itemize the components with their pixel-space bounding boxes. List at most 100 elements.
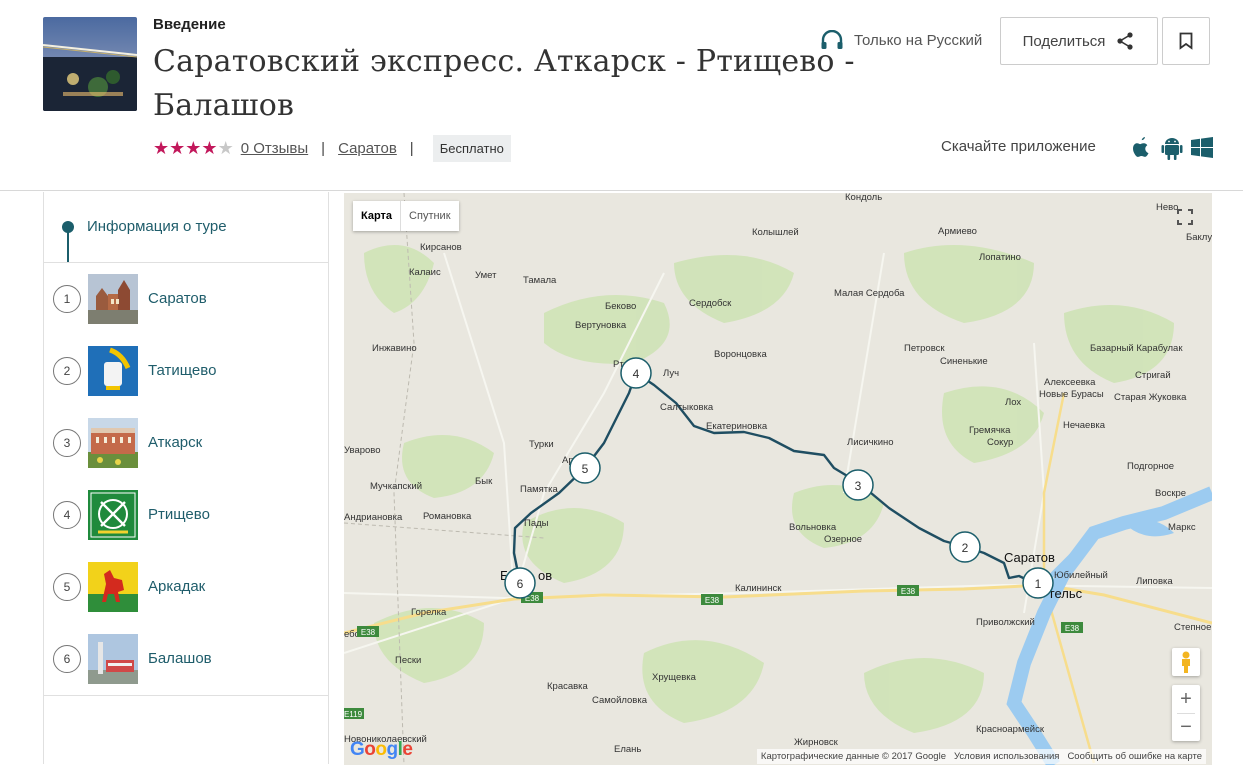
stop-item-1[interactable]: 1 Саратов [44, 263, 328, 336]
audio-language: Только на Русский [820, 30, 982, 50]
map-copyright: Картографические данные © 2017 Google [760, 751, 946, 762]
stop-item-5[interactable]: 5 Аркадак [44, 551, 328, 624]
stop-name: Аткарск [148, 434, 203, 451]
map-label: Стригай [1135, 370, 1171, 381]
road-shield: E38 [701, 594, 723, 605]
map-label: Кирсанов [420, 242, 462, 253]
bookmark-button[interactable] [1162, 17, 1210, 65]
map-label-city: гельс [1050, 586, 1083, 601]
tour-info-label: Информация о туре [87, 218, 227, 235]
zoom-in-button[interactable]: + [1172, 685, 1200, 713]
map-marker-5[interactable]: 5 [569, 452, 601, 484]
map-label: Колышлей [752, 227, 799, 238]
map-label: Пады [524, 518, 549, 529]
zoom-out-button[interactable]: − [1172, 713, 1200, 741]
stop-thumbnail [88, 418, 138, 468]
stop-item-6[interactable]: 6 Балашов [44, 623, 328, 696]
map-label: Красавка [547, 681, 589, 692]
map-label: Воронцовка [714, 349, 767, 360]
tour-header: Введение Саратовский экспресс. Аткарск -… [0, 0, 1243, 191]
stop-thumbnail [88, 562, 138, 612]
map-type-map-button[interactable]: Карта [353, 201, 402, 231]
map-label: Лопатино [979, 252, 1021, 263]
map-label: Армиево [938, 226, 977, 237]
timeline-dot [62, 221, 74, 233]
windows-icon[interactable] [1191, 137, 1213, 159]
map-label: Памятка [520, 484, 559, 495]
map-label: Липовка [1136, 576, 1173, 587]
reviews-link[interactable]: 0 Отзывы [241, 140, 308, 157]
svg-text:2: 2 [962, 541, 969, 555]
map-report-link[interactable]: Сообщить об ошибке на карте [1067, 751, 1202, 762]
stop-item-3[interactable]: 3 Аткарск [44, 407, 328, 480]
svg-text:E38: E38 [361, 628, 376, 637]
android-icon[interactable] [1161, 135, 1183, 161]
map-label: Юбилейный [1054, 570, 1108, 581]
tour-stops-sidebar: Информация о туре 1 Саратов 2 Татищево 3… [43, 192, 329, 764]
google-logo: Google [350, 739, 413, 760]
map-canvas[interactable]: Кондоль Армиево Нево Баклу Колышлей Кирс… [344, 193, 1212, 765]
city-link[interactable]: Саратов [338, 140, 397, 157]
stop-item-2[interactable]: 2 Татищево [44, 335, 328, 408]
map-marker-1[interactable]: 1 [1022, 567, 1054, 599]
map-label: Кондоль [845, 193, 882, 203]
map-label: Степное [1174, 622, 1211, 633]
map-label: Умет [475, 270, 497, 281]
map-label: Синенькие [940, 356, 988, 367]
map-marker-6[interactable]: 6 [504, 567, 536, 599]
map-label: Алексеевка [1044, 377, 1096, 388]
meta-separator: | [409, 139, 414, 157]
map-marker-4[interactable]: 4 [620, 357, 652, 389]
svg-text:3: 3 [855, 479, 862, 493]
map-label: Екатериновка [706, 421, 768, 432]
star-filled-icon: ★ [201, 138, 218, 158]
svg-text:5: 5 [582, 462, 589, 476]
map-label: Хрущевка [652, 672, 697, 683]
svg-text:E38: E38 [1065, 624, 1080, 633]
stop-name: Татищево [148, 362, 217, 379]
map-marker-2[interactable]: 2 [949, 531, 981, 563]
street-view-pegman[interactable] [1172, 648, 1200, 676]
map-label: Нечаевка [1063, 420, 1106, 431]
map-label: Елань [614, 744, 641, 755]
apple-icon[interactable] [1129, 135, 1153, 161]
map-footer: Картографические данные © 2017 Google Ус… [756, 749, 1206, 764]
road-shield: E38 [897, 585, 919, 596]
map-label: Лисичкино [847, 437, 894, 448]
map-label-city: Саратов [1004, 550, 1055, 565]
map-label: Горелка [411, 607, 447, 618]
map-label: Вертуновка [575, 320, 627, 331]
audio-language-label: Только на Русский [854, 31, 983, 49]
map-label: Воскре [1155, 488, 1186, 499]
app-download-text: Скачайте приложение [941, 138, 1096, 155]
price-badge: Бесплатно [432, 134, 511, 162]
star-filled-icon: ★ [169, 138, 186, 158]
map-label: Бык [475, 476, 493, 487]
pegman-icon [1182, 651, 1190, 673]
map-label: Пески [395, 655, 421, 666]
map-terms-link[interactable]: Условия использования [954, 751, 1059, 762]
tour-map[interactable]: Кондоль Армиево Нево Баклу Колышлей Кирс… [344, 193, 1212, 765]
map-label: Андриановка [344, 512, 403, 523]
map-label: Гремячка [969, 425, 1011, 436]
stop-number: 3 [53, 429, 81, 457]
map-type-satellite-button[interactable]: Спутник [401, 201, 458, 231]
map-label: Уварово [344, 445, 381, 456]
map-label: Новые Бурасы [1039, 389, 1104, 400]
fullscreen-button[interactable] [1170, 202, 1200, 232]
svg-text:E38: E38 [705, 596, 720, 605]
map-label: Калининск [735, 583, 782, 594]
tour-title: Саратовский экспресс. Аткарск - Ртищево … [153, 44, 855, 123]
stop-number: 4 [53, 501, 81, 529]
share-button[interactable]: Поделиться [1000, 17, 1158, 65]
stop-number: 2 [53, 357, 81, 385]
share-icon [1117, 32, 1134, 50]
tour-info-item[interactable]: Информация о туре [44, 192, 328, 263]
stop-item-4[interactable]: 4 Ртищево [44, 479, 328, 552]
star-empty-icon: ★ [217, 138, 234, 158]
map-label: Сокур [987, 437, 1013, 448]
map-label: Сердобск [689, 298, 732, 309]
fullscreen-icon [1177, 209, 1193, 225]
road-shield: E38 [357, 626, 379, 637]
map-marker-3[interactable]: 3 [842, 469, 874, 501]
